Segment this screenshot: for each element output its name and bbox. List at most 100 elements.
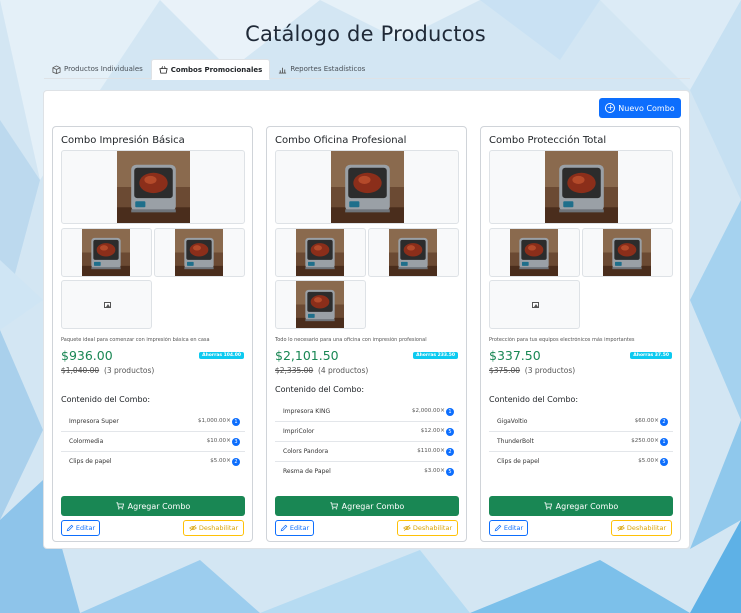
item-times: × (439, 427, 445, 434)
item-name: Clips de papel (497, 458, 540, 465)
item-times: × (653, 417, 659, 424)
cart-icon (544, 502, 552, 510)
combo-description: Paquete ideal para comenzar con impresió… (61, 337, 210, 343)
broken-image-icon (531, 301, 539, 308)
item-price: $10.00 (206, 438, 226, 444)
plus-circle-icon: + (605, 103, 616, 113)
combo-main-image[interactable] (275, 150, 459, 224)
product-photo (331, 151, 404, 223)
bar-chart-icon (279, 67, 287, 74)
combo-item: Colors Pandora $110.00 × 2 (275, 442, 459, 462)
tab-label: Reportes Estadísticos (290, 65, 366, 73)
add-combo-button[interactable]: Agregar Combo (489, 496, 673, 516)
old-price: $2,335.00 (275, 366, 314, 375)
product-photo (545, 151, 618, 223)
combo-item: Impresora Super $1,000.00 × 1 (61, 412, 245, 432)
combo-item: Clips de papel $5.00 × 2 (61, 452, 245, 472)
tab-combos-promocionales[interactable]: Combos Promocionales (150, 59, 271, 80)
combo-description: Protección para tus equipos electrónicos… (489, 337, 635, 343)
item-qty-badge: 1 (660, 438, 668, 446)
broken-image-icon (103, 301, 111, 308)
combo-main-image[interactable] (61, 150, 245, 224)
box-icon (52, 64, 61, 74)
old-price-line: $375.00 (3 productos) (489, 366, 575, 375)
item-qty-badge: 3 (232, 438, 240, 446)
add-combo-button[interactable]: Agregar Combo (61, 496, 245, 516)
disable-button[interactable]: Deshabilitar (611, 520, 672, 536)
combo-thumbnail[interactable] (154, 228, 245, 277)
combo-contents-title: Contenido del Combo: (275, 385, 365, 394)
disable-button[interactable]: Deshabilitar (183, 520, 244, 536)
disable-button[interactable]: Deshabilitar (397, 520, 458, 536)
cart-icon (116, 502, 124, 510)
item-name: Colors Pandora (283, 448, 329, 455)
combo-item: Resma de Papel $3.00 × 5 (275, 462, 459, 482)
edit-button[interactable]: Editar (61, 520, 100, 536)
product-photo (117, 151, 190, 223)
combo-description: Todo lo necesario para una oficina con i… (275, 337, 427, 343)
item-qty-badge: 5 (660, 458, 668, 466)
tab-reportes-estadisticos[interactable]: Reportes Estadísticos (270, 59, 373, 79)
tab-label: Combos Promocionales (170, 65, 263, 74)
item-name: Colormedia (69, 438, 104, 445)
new-combo-label: Nuevo Combo (618, 103, 675, 113)
page-title: Catálogo de Productos (245, 22, 486, 46)
combo-title: Combo Protección Total (489, 135, 607, 146)
item-qty-badge: 5 (446, 468, 454, 476)
combo-thumbnail[interactable] (582, 228, 673, 277)
combo-thumbnail-broken[interactable] (489, 280, 580, 329)
combo-title: Combo Impresión Básica (61, 135, 185, 146)
tab-productos-individuales[interactable]: Productos Individuales (44, 59, 151, 79)
combo-thumbnail[interactable] (275, 228, 366, 277)
combo-items-list: Impresora Super $1,000.00 × 1 Colormedia $10… (61, 412, 245, 472)
new-combo-button[interactable]: + Nuevo Combo (599, 98, 681, 118)
combo-item: ImpriColor $12.00 × 5 (275, 422, 459, 442)
item-qty-badge: 2 (232, 458, 240, 466)
old-price-line: $2,335.00 (4 productos) (275, 366, 368, 375)
item-qty-badge: 2 (660, 418, 668, 426)
item-times: × (439, 467, 445, 474)
combo-main-image[interactable] (489, 150, 673, 224)
edit-button[interactable]: Editar (489, 520, 528, 536)
pencil-icon (66, 524, 74, 532)
add-combo-label: Agregar Combo (341, 501, 405, 511)
cart-icon (330, 502, 338, 510)
disable-label: Deshabilitar (626, 524, 667, 532)
product-photo (175, 229, 223, 276)
item-times: × (653, 457, 659, 464)
item-times: × (653, 437, 659, 444)
edit-label: Editar (503, 524, 524, 532)
add-combo-button[interactable]: Agregar Combo (275, 496, 459, 516)
add-combo-label: Agregar Combo (127, 501, 191, 511)
item-name: Impresora Super (69, 418, 119, 425)
item-name: Resma de Papel (283, 468, 331, 475)
item-times: × (225, 437, 231, 444)
pencil-icon (280, 524, 288, 532)
products-count: (3 productos) (524, 366, 576, 375)
combo-thumbnail-broken[interactable] (61, 280, 152, 329)
combo-thumbnail[interactable] (489, 228, 580, 277)
item-qty-badge: 1 (446, 408, 454, 416)
savings-badge: Ahorras 233.50 (413, 352, 458, 359)
combo-item: Clips de papel $5.00 × 5 (489, 452, 673, 472)
combo-item: ThunderBolt $250.00 × 1 (489, 432, 673, 452)
item-name: ImpriColor (283, 428, 315, 435)
combo-thumbnail[interactable] (368, 228, 459, 277)
item-price: $5.00 (638, 458, 654, 464)
item-name: Impresora KING (283, 408, 331, 415)
combo-contents-title: Contenido del Combo: (61, 395, 151, 404)
eye-slash-icon (617, 524, 625, 532)
combo-thumbnail[interactable] (61, 228, 152, 277)
edit-button[interactable]: Editar (275, 520, 314, 536)
combo-contents-title: Contenido del Combo: (489, 395, 579, 404)
edit-label: Editar (289, 524, 310, 532)
combo-thumbnail[interactable] (275, 280, 366, 329)
tab-label: Productos Individuales (64, 65, 143, 73)
eye-slash-icon (403, 524, 411, 532)
item-times: × (225, 417, 231, 424)
product-photo (82, 229, 130, 276)
savings-badge: Ahorras 104.00 (199, 352, 244, 359)
item-name: Clips de papel (69, 458, 112, 465)
item-times: × (439, 447, 445, 454)
combo-item: Impresora KING $2,000.00 × 1 (275, 402, 459, 422)
